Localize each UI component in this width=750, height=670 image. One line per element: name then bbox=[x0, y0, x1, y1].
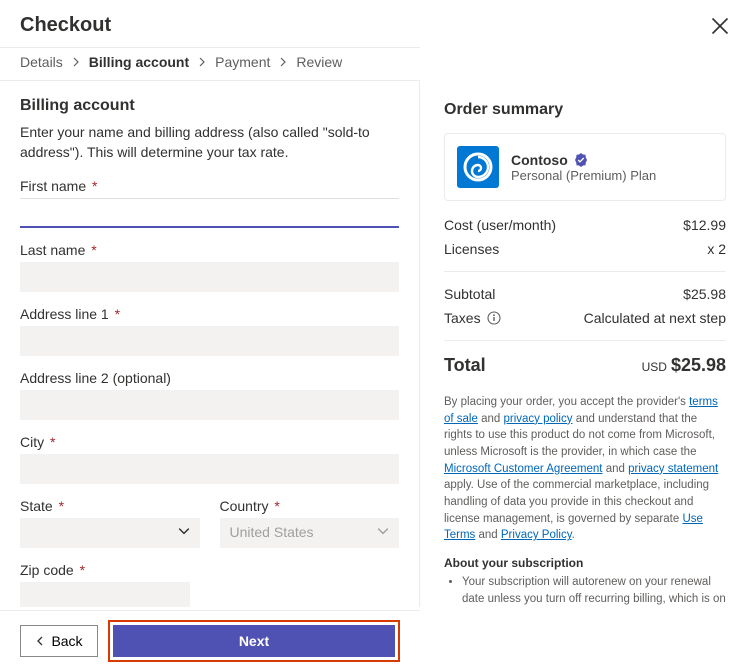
licenses-label: Licenses bbox=[444, 241, 499, 257]
taxes-value: Calculated at next step bbox=[584, 310, 726, 326]
first-name-input[interactable] bbox=[20, 198, 399, 228]
address2-input[interactable] bbox=[20, 390, 399, 420]
required-marker: * bbox=[274, 498, 279, 514]
close-icon bbox=[710, 16, 730, 36]
product-icon bbox=[457, 146, 499, 188]
section-heading: Billing account bbox=[20, 97, 399, 115]
country-select[interactable]: United States bbox=[220, 518, 400, 548]
chevron-right-icon bbox=[278, 57, 288, 67]
chevron-left-icon bbox=[35, 636, 45, 646]
city-label: City * bbox=[20, 434, 399, 450]
billing-form: Billing account Enter your name and bill… bbox=[0, 81, 420, 607]
cost-value: $12.99 bbox=[683, 217, 726, 233]
close-button[interactable] bbox=[710, 16, 730, 36]
chevron-down-icon bbox=[178, 524, 190, 540]
address1-label: Address line 1 * bbox=[20, 306, 399, 322]
required-marker: * bbox=[92, 178, 97, 194]
last-name-label: Last name * bbox=[20, 242, 399, 258]
about-subscription-heading: About your subscription bbox=[444, 556, 726, 570]
about-bullet-1: Your subscription will autorenew on your… bbox=[462, 574, 726, 607]
divider bbox=[444, 271, 726, 272]
total-label: Total bbox=[444, 355, 486, 376]
breadcrumb-step-review[interactable]: Review bbox=[296, 54, 342, 70]
product-name: Contoso bbox=[511, 152, 568, 168]
back-button-label: Back bbox=[51, 633, 82, 649]
breadcrumb-step-payment[interactable]: Payment bbox=[215, 54, 270, 70]
required-marker: * bbox=[80, 562, 85, 578]
subtotal-label: Subtotal bbox=[444, 286, 495, 302]
verified-badge-icon bbox=[574, 153, 588, 167]
required-marker: * bbox=[50, 434, 55, 450]
section-subtext: Enter your name and billing address (als… bbox=[20, 123, 399, 162]
highlight-frame: Next bbox=[108, 620, 400, 662]
subtotal-value: $25.98 bbox=[683, 286, 726, 302]
page-title: Checkout bbox=[20, 14, 111, 37]
privacy-policy-link[interactable]: privacy policy bbox=[503, 413, 572, 425]
divider bbox=[444, 340, 726, 341]
breadcrumb-step-details[interactable]: Details bbox=[20, 54, 63, 70]
taxes-label: Taxes bbox=[444, 310, 481, 326]
summary-heading: Order summary bbox=[444, 101, 726, 119]
swirl-icon bbox=[462, 151, 494, 183]
country-select-value: United States bbox=[230, 524, 314, 540]
chevron-right-icon bbox=[71, 57, 81, 67]
product-card: Contoso Personal (Premium) Plan bbox=[444, 133, 726, 201]
footer: Back Next bbox=[0, 610, 420, 670]
required-marker: * bbox=[91, 242, 96, 258]
licenses-value: x 2 bbox=[707, 241, 726, 257]
legal-text: By placing your order, you accept the pr… bbox=[444, 394, 726, 544]
total-value: $25.98 bbox=[671, 355, 726, 375]
zip-input[interactable] bbox=[20, 582, 190, 607]
breadcrumb: Details Billing account Payment Review bbox=[0, 47, 420, 81]
address1-input[interactable] bbox=[20, 326, 399, 356]
city-input[interactable] bbox=[20, 454, 399, 484]
product-plan: Personal (Premium) Plan bbox=[511, 168, 656, 183]
zip-label: Zip code * bbox=[20, 562, 399, 578]
required-marker: * bbox=[59, 498, 64, 514]
privacy-policy2-link[interactable]: Privacy Policy bbox=[501, 529, 572, 541]
country-label: Country * bbox=[220, 498, 400, 514]
chevron-down-icon bbox=[377, 524, 389, 540]
next-button[interactable]: Next bbox=[113, 625, 395, 657]
state-select[interactable] bbox=[20, 518, 200, 548]
mca-link[interactable]: Microsoft Customer Agreement bbox=[444, 463, 603, 475]
required-marker: * bbox=[115, 306, 120, 322]
state-label: State * bbox=[20, 498, 200, 514]
privacy-statement-link[interactable]: privacy statement bbox=[628, 463, 718, 475]
breadcrumb-step-billing[interactable]: Billing account bbox=[89, 54, 189, 70]
first-name-label: First name * bbox=[20, 178, 399, 194]
cost-label: Cost (user/month) bbox=[444, 217, 556, 233]
info-icon[interactable] bbox=[487, 311, 501, 325]
order-summary: Order summary Contoso Personal (Premium)… bbox=[420, 81, 750, 607]
last-name-input[interactable] bbox=[20, 262, 399, 292]
total-currency: USD bbox=[642, 360, 667, 374]
address2-label: Address line 2 (optional) bbox=[20, 370, 399, 386]
chevron-right-icon bbox=[197, 57, 207, 67]
back-button[interactable]: Back bbox=[20, 625, 98, 657]
